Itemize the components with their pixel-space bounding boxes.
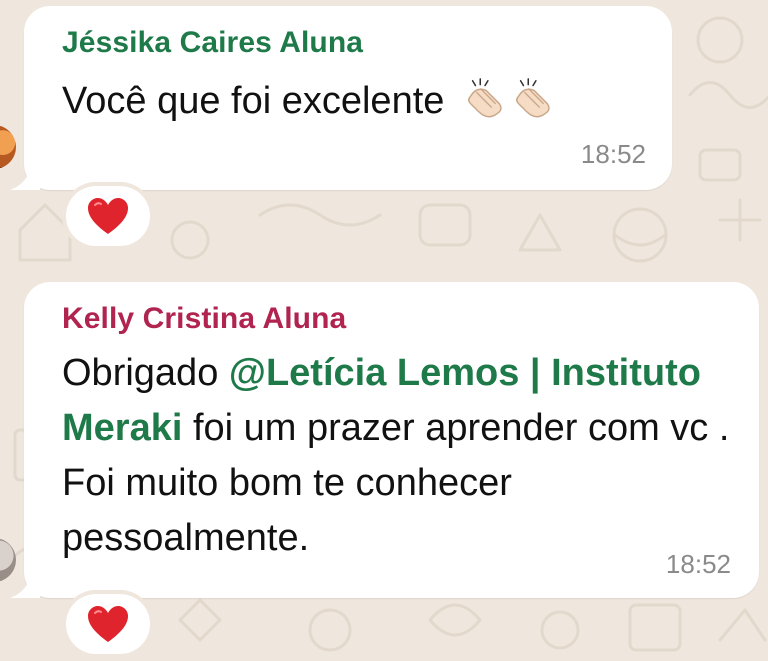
message-bubble[interactable]: Kelly Cristina Aluna Obrigado @Letícia L… (10, 282, 759, 598)
bubble-tail (10, 570, 40, 598)
clapping-hands-icon (516, 78, 550, 118)
message-text: Você que foi excelente (62, 74, 557, 129)
reaction-badge[interactable] (66, 186, 150, 246)
message-text: Obrigado @Letícia Lemos | Instituto Mera… (62, 346, 742, 566)
message-timestamp: 18:52 (665, 549, 731, 579)
sender-name[interactable]: Jéssika Caires Aluna (62, 26, 363, 60)
message-body: Você que foi excelente (62, 80, 445, 122)
red-heart-icon (88, 198, 128, 234)
red-heart-icon (88, 606, 128, 642)
clapping-hands-icon (468, 78, 502, 118)
message-text-part: Obrigado (62, 352, 229, 394)
sender-name[interactable]: Kelly Cristina Aluna (62, 302, 346, 336)
message-bubble[interactable]: Jéssika Caires Aluna Você que foi excele… (10, 6, 672, 190)
reaction-badge[interactable] (66, 594, 150, 654)
bubble-tail (10, 162, 40, 190)
message-timestamp: 18:52 (580, 139, 646, 169)
